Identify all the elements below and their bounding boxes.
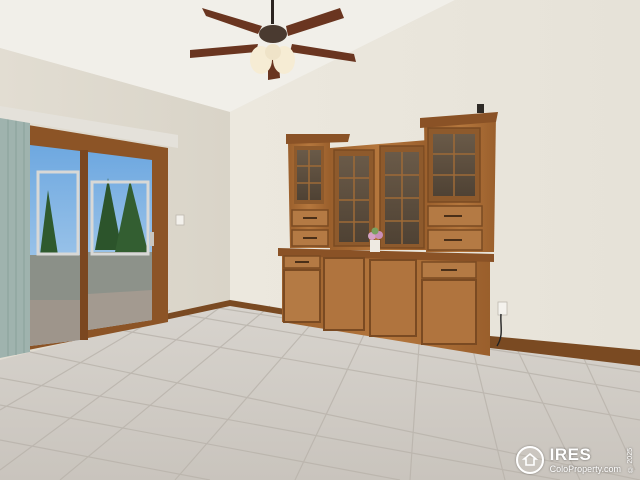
watermark-year: © 2025 (627, 447, 634, 473)
wall-outlet (497, 301, 508, 316)
watermark-brand: IRES (549, 445, 592, 464)
vertical-blind (0, 117, 30, 358)
hutch-top-device (477, 104, 484, 113)
room-photo: IRES ColoProperty.com © 2025 (0, 0, 640, 480)
house-logo-icon (515, 446, 544, 474)
light-switch (175, 214, 185, 226)
room-illustration (0, 0, 640, 480)
listing-watermark: IRES ColoProperty.com © 2025 (515, 446, 634, 474)
wooden-hutch-cabinet (278, 112, 498, 356)
watermark-text: IRES ColoProperty.com (550, 446, 621, 474)
watermark-site: ColoProperty.com (549, 464, 621, 474)
sliding-patio-door (28, 125, 168, 350)
